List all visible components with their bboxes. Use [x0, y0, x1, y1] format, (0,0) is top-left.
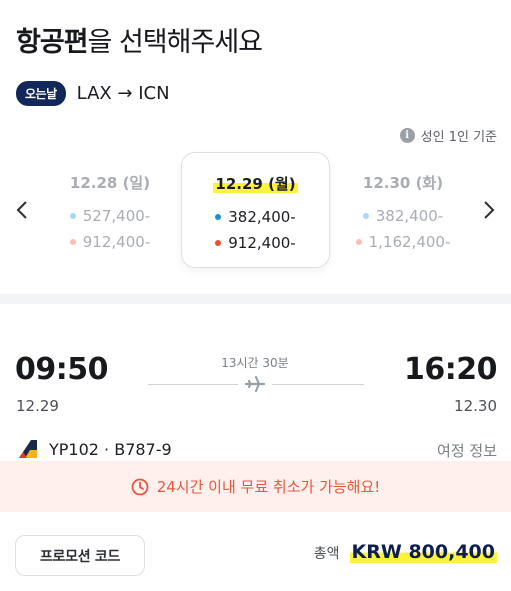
info-icon[interactable]: i: [399, 128, 415, 143]
total-amount: KRW 800,400: [349, 541, 497, 563]
date-option-1229-selected[interactable]: 12.29 (월) 382,400- 912,400-: [181, 152, 330, 268]
notice-text: 24시간 이내 무료 취소가 가능해요!: [156, 478, 381, 496]
next-date-button[interactable]: [476, 197, 502, 223]
arrival-date: 12.30: [454, 397, 497, 415]
itinerary-info-link[interactable]: 여정 정보: [437, 440, 497, 461]
prev-date-button[interactable]: [9, 197, 35, 223]
free-cancel-notice: 24시간 이내 무료 취소가 가능해요!: [0, 461, 511, 512]
business-dot: [355, 239, 362, 245]
price-a: 382,400-: [228, 208, 296, 226]
flight-duration: 13시간 30분: [221, 356, 289, 370]
chevron-left-icon: [16, 201, 27, 219]
route-line-right: [272, 384, 364, 385]
return-badge: 오는날: [16, 81, 66, 106]
passenger-basis: i 성인 1인 기준: [399, 126, 497, 145]
flight-info: YP102 · B787-9: [17, 438, 172, 460]
date-label: 12.28 (일): [69, 174, 151, 192]
airline-logo: [19, 440, 37, 458]
airplane-icon: [245, 375, 265, 393]
total-price: 총액 KRW 800,400: [314, 541, 497, 563]
promo-code-button[interactable]: 프로모션 코드: [15, 535, 145, 576]
flight-number: YP102 · B787-9: [49, 439, 172, 459]
departure-date: 12.29: [16, 397, 59, 415]
route-line-left: [148, 384, 238, 385]
chevron-right-icon: [484, 201, 495, 219]
departure-time: 09:50: [15, 352, 109, 387]
clock-icon: [131, 478, 149, 495]
date-label: 12.29 (월): [213, 175, 298, 193]
passenger-basis-text: 성인 1인 기준: [420, 130, 497, 145]
date-option-1230[interactable]: 12.30 (화) 382,400- 1,162,400-: [328, 172, 478, 255]
business-dot: [215, 240, 222, 246]
business-dot: [69, 239, 76, 245]
economy-dot: [362, 213, 369, 219]
economy-dot: [215, 214, 222, 220]
price-a: 527,400-: [82, 207, 151, 225]
date-label: 12.30 (화): [362, 174, 444, 192]
section-divider: [0, 294, 511, 304]
price-a: 382,400-: [375, 207, 444, 225]
route-summary: 오는날 LAX → ICN: [16, 81, 170, 106]
price-b: 912,400-: [228, 234, 296, 252]
price-b: 912,400-: [82, 233, 151, 251]
arrival-time: 16:20: [404, 352, 498, 387]
total-label: 총액: [313, 546, 340, 562]
page-title: 항공편을 선택해주세요: [16, 27, 263, 58]
price-b: 1,162,400-: [368, 233, 451, 251]
date-option-1228[interactable]: 12.28 (일) 527,400- 912,400-: [35, 172, 185, 255]
route-text: LAX → ICN: [76, 83, 170, 104]
economy-dot: [69, 213, 76, 219]
